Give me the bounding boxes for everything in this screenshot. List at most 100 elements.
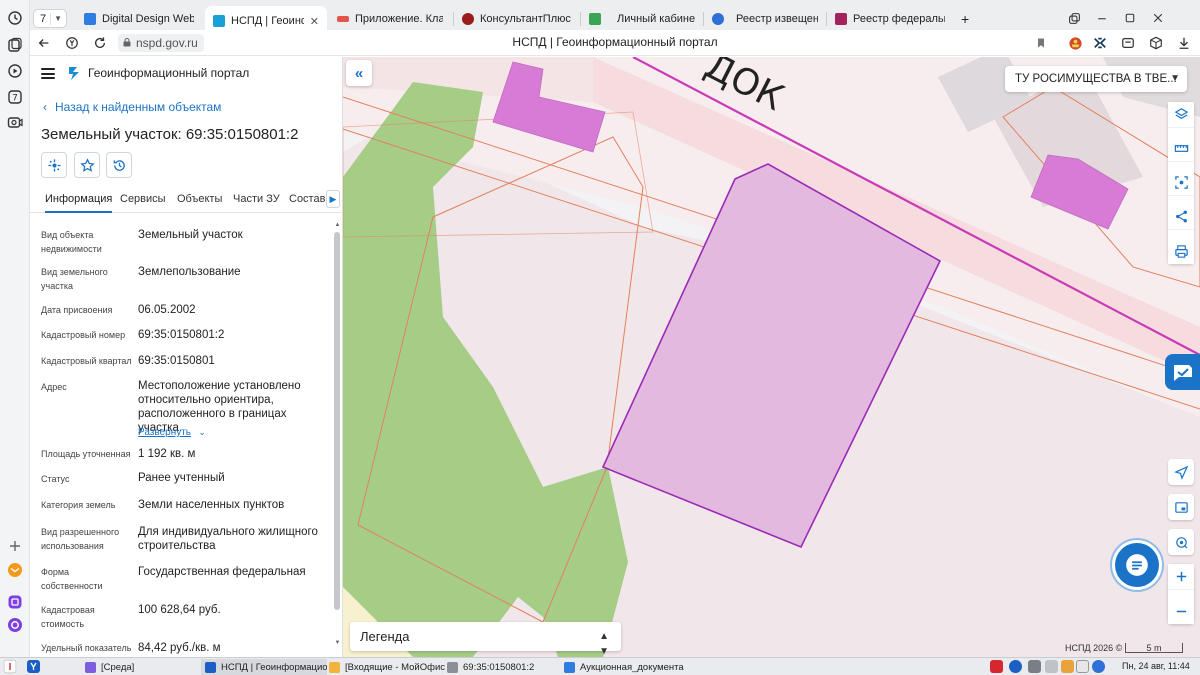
select-area-button[interactable]: [1168, 170, 1194, 196]
copy-icon[interactable]: [1066, 10, 1082, 26]
field-value: Земли населенных пунктов: [138, 499, 285, 511]
chat-button[interactable]: [1115, 543, 1159, 587]
tab-information[interactable]: Информация: [45, 193, 113, 213]
page-title: НСПД | Геоинформационный портал: [512, 35, 718, 49]
tab-consultant[interactable]: КонсультантПлюс Автори: [454, 6, 580, 32]
tray-note-icon[interactable]: [1076, 660, 1089, 673]
new-tab-button[interactable]: +: [957, 6, 977, 32]
tray-clipboard-icon[interactable]: [1045, 660, 1058, 673]
browser-sidebar: 7: [0, 0, 30, 657]
add-panel-icon[interactable]: [7, 538, 23, 554]
tab-lichny-kabinet[interactable]: Личный кабинет: [581, 6, 703, 32]
reload-icon[interactable]: [92, 35, 108, 51]
tab-reestr-federalnogo[interactable]: Реестр федерального им: [827, 6, 953, 32]
minimize-icon[interactable]: [1094, 10, 1110, 26]
emblem-favicon-icon: [712, 13, 724, 25]
tray-audio-icon[interactable]: [1028, 660, 1041, 673]
taskbar-item-cadastre[interactable]: 69:35:0150801:2: [443, 659, 559, 675]
print-button[interactable]: [1168, 238, 1194, 264]
text-document-icon: [564, 661, 575, 673]
maximize-icon[interactable]: [1122, 10, 1138, 26]
panel-scrollbar[interactable]: [334, 232, 340, 610]
legend-dropdown[interactable]: Легенда ▲ ▼: [350, 622, 621, 657]
start-menu-icon[interactable]: [3, 659, 17, 674]
tab-reestr-izveshcheniy[interactable]: Реестр извещений: [704, 6, 826, 32]
organization-select[interactable]: ТУ РОСИМУЩЕСТВА В ТВЕ... ▼: [1005, 66, 1187, 92]
taskbar-item-auction-doc[interactable]: Аукционная_документа...: [560, 659, 684, 675]
collections-icon[interactable]: [7, 37, 23, 53]
zoom-out-button[interactable]: [1168, 598, 1194, 624]
measure-button[interactable]: [1168, 136, 1194, 162]
play-icon[interactable]: [7, 63, 23, 79]
mail-app-icon[interactable]: [7, 562, 23, 578]
favorite-button[interactable]: [74, 152, 100, 178]
share-button[interactable]: [1168, 204, 1194, 230]
url-field[interactable]: nspd.gov.ru: [118, 34, 204, 52]
taskbar-clock: Пн, 24 авг, 11:44: [1122, 661, 1190, 671]
app-icon-purple[interactable]: [7, 594, 23, 610]
scroll-up-icon[interactable]: ▲: [334, 222, 341, 228]
menu-icon[interactable]: [41, 68, 55, 79]
history-icon[interactable]: [7, 10, 23, 26]
nspd-logo-icon: [69, 67, 79, 80]
tray-yandex-icon[interactable]: [1009, 660, 1022, 673]
taskbar-item-nspd[interactable]: НСПД | Геоинформацио...: [201, 659, 327, 675]
navigation-arrow-icon: [1173, 465, 1188, 480]
tab-counter-icon[interactable]: 7: [7, 89, 23, 105]
locate-on-map-button[interactable]: [41, 152, 67, 178]
tabs-scroll-right-icon[interactable]: ▶: [326, 190, 340, 208]
legend-label: Легенда: [360, 629, 410, 644]
tab-prilozhenie[interactable]: Приложение. Классифи: [329, 6, 451, 32]
digital-design-favicon-icon: [84, 13, 96, 25]
locate-me-button[interactable]: [1168, 529, 1194, 555]
tab-objects[interactable]: Объекты: [177, 193, 222, 205]
tab-count-button[interactable]: 7 ▼: [33, 9, 67, 28]
svg-text:7: 7: [12, 94, 18, 104]
minimap-button[interactable]: [1168, 494, 1194, 520]
chevron-down-icon: ▼: [1170, 73, 1180, 84]
close-tab-icon[interactable]: ✕: [310, 15, 319, 28]
field-value: 84,42 руб./кв. м: [138, 642, 221, 654]
tab-digital-design[interactable]: Digital Design Web Client: [76, 6, 202, 32]
field-value: 1 192 кв. м: [138, 448, 196, 460]
extension-x-icon[interactable]: [1092, 35, 1108, 51]
tab-parts[interactable]: Части ЗУ: [233, 193, 280, 205]
scroll-down-icon[interactable]: ▼: [334, 640, 341, 646]
tray-folder-icon[interactable]: [1061, 660, 1074, 673]
taskbar-item-inbox[interactable]: [Входящие - МойОфис П...: [325, 659, 449, 675]
tray-hp-icon[interactable]: [1092, 660, 1105, 673]
yandex-protect-icon[interactable]: [64, 35, 80, 51]
camera-icon[interactable]: [7, 114, 23, 130]
chat-icon: [1126, 554, 1148, 576]
yandex-browser-taskbar-icon[interactable]: [27, 660, 40, 673]
navigate-button[interactable]: [1168, 459, 1194, 485]
chevron-down-icon: ⌄: [198, 427, 206, 437]
back-arrow-icon[interactable]: [36, 35, 52, 51]
map-view[interactable]: ДОК « ТУ РОСИМУЩЕСТВА В ТВЕ... ▼ Легенда…: [343, 57, 1200, 657]
alice-icon[interactable]: [7, 617, 23, 633]
zoom-in-button[interactable]: [1168, 564, 1194, 590]
field-label: Вид земельного участка: [41, 267, 108, 291]
downloads-icon[interactable]: [1176, 35, 1192, 51]
expand-link[interactable]: Развернуть ⌄: [138, 424, 206, 438]
map-toolbar: [1168, 102, 1194, 264]
extension-box-icon[interactable]: [1120, 35, 1136, 51]
select-area-icon: [1174, 176, 1188, 189]
tab-title: Реестр федерального им: [853, 13, 945, 25]
tab-services[interactable]: Сервисы: [120, 193, 166, 205]
extension-emblem-icon[interactable]: [1067, 35, 1083, 51]
tab-composition[interactable]: Состав: [289, 193, 325, 205]
close-window-icon[interactable]: [1150, 10, 1166, 26]
collapse-panel-button[interactable]: «: [346, 60, 372, 86]
tray-app-icon[interactable]: [990, 660, 1003, 673]
feedback-side-tab[interactable]: [1165, 354, 1200, 390]
bookmark-icon[interactable]: [1033, 35, 1049, 51]
share-icon: [1175, 210, 1187, 223]
history-button[interactable]: [106, 152, 132, 178]
taskbar-item-sreda[interactable]: [Среда]: [81, 659, 197, 675]
layers-button[interactable]: [1168, 102, 1194, 128]
tab-title: Реестр извещений: [736, 13, 818, 25]
extension-cube-icon[interactable]: [1148, 35, 1164, 51]
back-to-results-link[interactable]: ‹ Назад к найденным объектам: [43, 100, 221, 114]
tab-title: НСПД | Геоинформаци: [231, 15, 304, 27]
